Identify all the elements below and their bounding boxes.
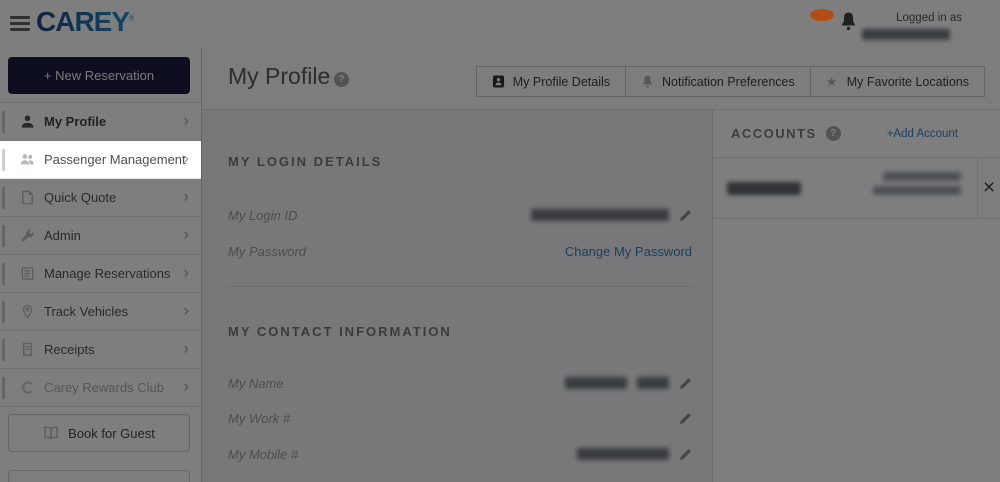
chevron-right-icon: › [183, 147, 189, 167]
cursor-highlight-dot [810, 9, 834, 21]
carey-profile-page: CAREY® Logged in as + New Reservation My… [0, 0, 1000, 482]
sidebar-item-passenger-management[interactable]: Passenger Management › [0, 141, 201, 179]
tour-dim-overlay [0, 0, 1000, 482]
row-marker [2, 149, 5, 171]
sidebar-item-label: Passenger Management [44, 152, 186, 167]
users-icon [20, 154, 34, 165]
